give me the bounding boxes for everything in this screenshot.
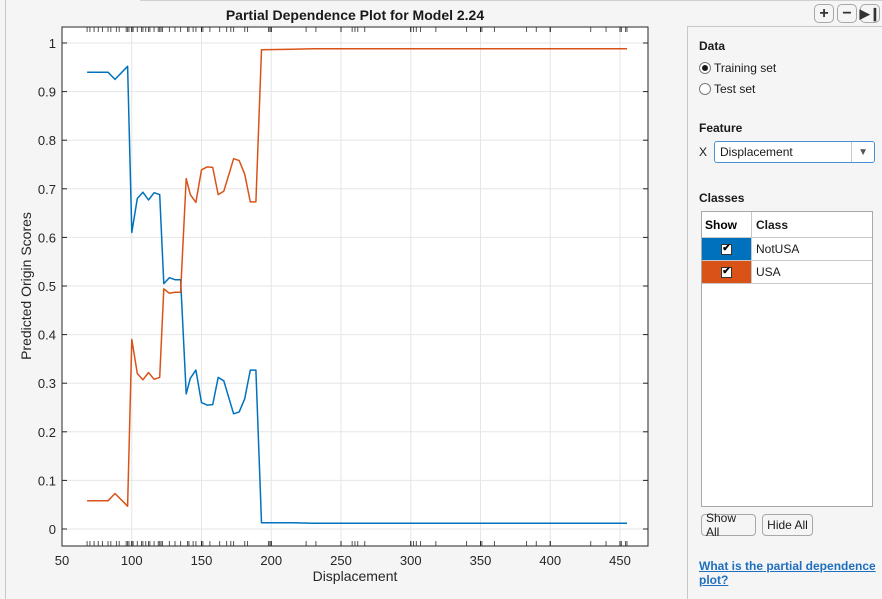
y-tick-label: 0 [49,522,56,537]
y-tick-label: 0.4 [38,328,56,343]
zoom-out-button[interactable]: − [837,4,857,23]
y-tick-label: 0.2 [38,425,56,440]
feature-dropdown[interactable]: Displacement ▼ [714,141,876,163]
class-name: NotUSA [756,242,800,256]
x-axis-title: Displacement [313,568,398,584]
table-row: ✔ USA [702,261,872,284]
radio-button[interactable] [699,62,711,74]
y-tick-label: 1 [49,36,56,51]
radio-selected-dot [702,65,708,71]
x-tick-label: 350 [470,553,492,568]
feature-row: X Displacement ▼ [699,141,876,163]
y-tick-label: 0.1 [38,473,56,488]
y-tick-label: 0.8 [38,133,56,148]
data-section-title: Data [699,39,726,53]
feature-axis-label: X [699,145,708,159]
zoom-in-button[interactable]: + [814,4,834,23]
header-show: Show [702,212,752,237]
panel-collapse-icon: ▶❙ [859,6,881,21]
classes-section-title: Classes [699,191,745,205]
plus-icon: + [819,4,829,22]
x-tick-label: 150 [191,553,213,568]
feature-dropdown-value[interactable]: Displacement [715,145,851,159]
show-all-button[interactable]: Show All [701,511,756,539]
x-tick-label: 250 [330,553,352,568]
class-name: USA [756,265,781,279]
options-panel: Data Training set Test set Feature X Dis… [687,26,882,599]
y-tick-label: 0.9 [38,85,56,100]
plot-toolbar: + − ▶❙ [814,4,880,23]
y-tick-label: 0.5 [38,279,56,294]
table-row: ✔ NotUSA [702,238,872,261]
chart-title: Partial Dependence Plot for Model 2.24 [226,7,485,23]
radio-test-set[interactable]: Test set [699,82,755,96]
collapse-panel-button[interactable]: ▶❙ [860,4,880,23]
class-color-cell: ✔ [702,238,752,260]
partial-dependence-chart: 50 100 150 200 250 300 350 400 450 0 0.1 0.2 0.3 0.4… [18,7,649,584]
chevron-down-icon[interactable]: ▼ [851,142,874,162]
y-tick-label: 0.6 [38,230,56,245]
radio-button[interactable] [699,83,711,95]
y-axis-title: Predicted Origin Scores [18,212,34,360]
radio-label: Training set [714,61,777,75]
feature-section-title: Feature [699,121,743,135]
minus-icon: − [842,4,852,22]
radio-training-set[interactable]: Training set [699,61,776,75]
table-header: Show Class [702,212,872,238]
x-tick-label: 100 [121,553,143,568]
x-tick-label: 400 [539,553,561,568]
class-color-cell: ✔ [702,261,752,283]
x-tick-label: 450 [609,553,631,568]
help-link[interactable]: What is the partial dependence plot? [699,559,879,587]
classes-table: Show Class ✔ NotUSA ✔ USA [701,211,873,507]
hide-all-button[interactable]: Hide All [762,514,813,536]
header-class: Class [756,217,789,232]
x-tick-label: 50 [55,553,69,568]
x-tick-label: 200 [260,553,282,568]
y-tick-label: 0.3 [38,376,56,391]
radio-label: Test set [714,82,756,96]
x-tick-label: 300 [400,553,422,568]
show-checkbox-usa[interactable]: ✔ [721,266,732,278]
show-checkbox-notusa[interactable]: ✔ [721,243,732,255]
y-tick-label: 0.7 [38,182,56,197]
